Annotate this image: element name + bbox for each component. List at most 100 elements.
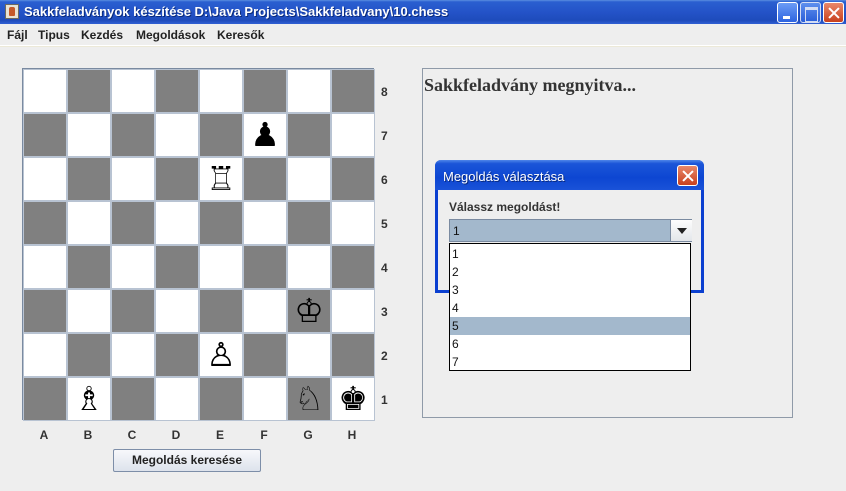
menu-solutions[interactable]: Megoldások [136,28,205,42]
square-d4[interactable] [155,245,199,289]
dropdown-option[interactable]: 1 [450,245,690,263]
square-h1[interactable]: ♚ [331,377,375,421]
square-a5[interactable] [23,201,67,245]
white-knight-icon[interactable]: ♘ [288,378,330,420]
square-e1[interactable] [199,377,243,421]
square-h3[interactable] [331,289,375,333]
rank-label: 5 [381,217,388,231]
maximize-button[interactable] [800,2,821,23]
menu-start[interactable]: Kezdés [81,28,123,42]
square-b2[interactable] [67,333,111,377]
square-b8[interactable] [67,69,111,113]
square-f4[interactable] [243,245,287,289]
square-c1[interactable] [111,377,155,421]
square-g2[interactable] [287,333,331,377]
white-king-icon[interactable]: ♔ [288,290,330,332]
square-h7[interactable] [331,113,375,157]
square-g7[interactable] [287,113,331,157]
menu-type[interactable]: Tipus [38,28,70,42]
square-a3[interactable] [23,289,67,333]
menu-file[interactable]: Fájl [7,28,28,42]
rank-label: 2 [381,349,388,363]
square-a4[interactable] [23,245,67,289]
square-a1[interactable] [23,377,67,421]
black-king-icon[interactable]: ♚ [332,378,374,420]
square-g5[interactable] [287,201,331,245]
square-f8[interactable] [243,69,287,113]
dropdown-option[interactable]: 6 [450,335,690,353]
square-c2[interactable] [111,333,155,377]
minimize-button[interactable] [777,2,798,23]
square-e4[interactable] [199,245,243,289]
square-h6[interactable] [331,157,375,201]
square-e3[interactable] [199,289,243,333]
square-c8[interactable] [111,69,155,113]
square-d5[interactable] [155,201,199,245]
dropdown-option[interactable]: 3 [450,281,690,299]
rank-label: 4 [381,261,388,275]
square-e5[interactable] [199,201,243,245]
square-e7[interactable] [199,113,243,157]
square-d6[interactable] [155,157,199,201]
square-c4[interactable] [111,245,155,289]
square-b1[interactable]: ♗ [67,377,111,421]
square-f3[interactable] [243,289,287,333]
square-c6[interactable] [111,157,155,201]
square-f7[interactable]: ♟ [243,113,287,157]
menu-searchers[interactable]: Keresők [217,28,264,42]
square-a7[interactable] [23,113,67,157]
square-h2[interactable] [331,333,375,377]
dropdown-option[interactable]: 5 [450,317,690,335]
solution-dropdown-list: 1234567 [449,243,691,371]
rank-label: 8 [381,85,388,99]
square-g4[interactable] [287,245,331,289]
white-pawn-icon[interactable]: ♙ [200,334,242,376]
square-d2[interactable] [155,333,199,377]
square-g1[interactable]: ♘ [287,377,331,421]
square-a2[interactable] [23,333,67,377]
white-bishop-icon[interactable]: ♗ [68,378,110,420]
square-d1[interactable] [155,377,199,421]
find-solution-button[interactable]: Megoldás keresése [113,449,261,472]
square-g6[interactable] [287,157,331,201]
square-b5[interactable] [67,201,111,245]
solution-combobox[interactable]: 1 [449,219,692,242]
square-e2[interactable]: ♙ [199,333,243,377]
dialog-close-button[interactable] [677,165,698,186]
square-b3[interactable] [67,289,111,333]
close-button[interactable] [823,2,844,23]
square-h8[interactable] [331,69,375,113]
square-b7[interactable] [67,113,111,157]
dropdown-option[interactable]: 2 [450,263,690,281]
chevron-down-icon[interactable] [670,220,692,241]
square-f2[interactable] [243,333,287,377]
square-f1[interactable] [243,377,287,421]
dropdown-option[interactable]: 4 [450,299,690,317]
square-e8[interactable] [199,69,243,113]
square-d7[interactable] [155,113,199,157]
black-pawn-icon[interactable]: ♟ [244,114,286,156]
square-f5[interactable] [243,201,287,245]
square-e6[interactable]: ♖ [199,157,243,201]
square-a8[interactable] [23,69,67,113]
square-h4[interactable] [331,245,375,289]
square-b4[interactable] [67,245,111,289]
square-b6[interactable] [67,157,111,201]
square-a6[interactable] [23,157,67,201]
dialog-titlebar: Megoldás választása [435,160,704,190]
square-c5[interactable] [111,201,155,245]
square-f6[interactable] [243,157,287,201]
square-g3[interactable]: ♔ [287,289,331,333]
window-title: Sakkfeladványok készítése D:\Java Projec… [24,4,449,19]
square-d8[interactable] [155,69,199,113]
square-g8[interactable] [287,69,331,113]
file-label: E [215,428,224,442]
white-rook-icon[interactable]: ♖ [200,158,242,200]
dropdown-option[interactable]: 7 [450,353,690,371]
square-d3[interactable] [155,289,199,333]
square-c7[interactable] [111,113,155,157]
file-label: F [260,428,268,442]
square-c3[interactable] [111,289,155,333]
file-label: G [303,428,313,442]
square-h5[interactable] [331,201,375,245]
